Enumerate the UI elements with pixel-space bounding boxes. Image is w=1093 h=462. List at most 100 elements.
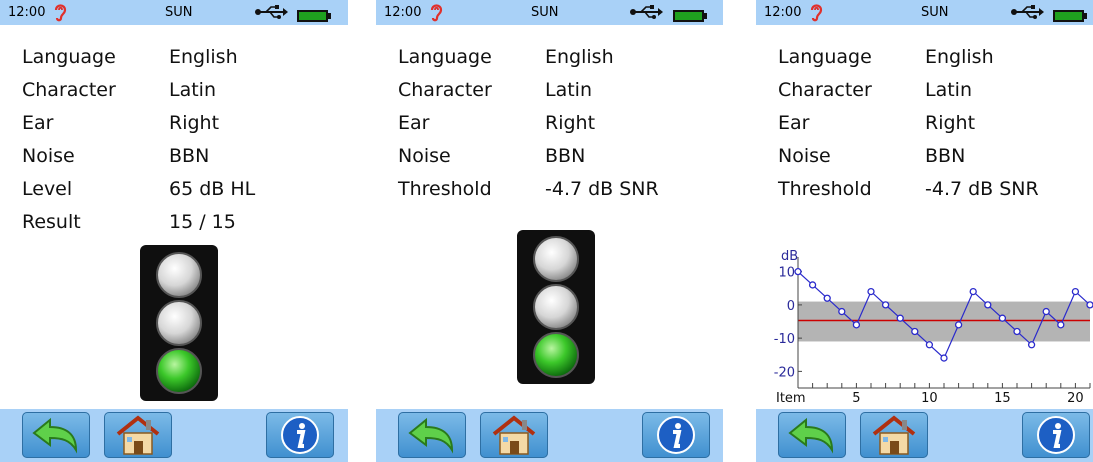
usb-icon (629, 4, 663, 24)
data-point (911, 327, 919, 336)
back-button[interactable] (398, 412, 466, 458)
home-icon (872, 415, 916, 455)
ear-icon (809, 2, 823, 26)
day-label: SUN (921, 5, 949, 20)
home-button[interactable] (104, 412, 172, 458)
data-point (1086, 301, 1093, 309)
y-tick-label: -10 (774, 332, 795, 347)
data-point (1042, 307, 1050, 316)
row-label: Language (22, 46, 116, 68)
info-button[interactable] (642, 412, 710, 458)
info-icon (281, 416, 319, 454)
x-tick-label: 20 (1067, 391, 1084, 405)
status-bar: 12:00 SUN (376, 0, 723, 25)
row-value: BBN (925, 145, 966, 167)
threshold-chart: dB 10 0 -10 -20 Item 5 10 15 20 (774, 249, 1093, 405)
day-label: SUN (531, 5, 559, 20)
row-value: 65 dB HL (169, 178, 256, 200)
home-button[interactable] (860, 412, 928, 458)
ear-icon (429, 2, 443, 26)
battery-icon (297, 7, 331, 22)
row-label: Result (22, 211, 81, 233)
y-tick-label: 10 (778, 266, 795, 281)
light-middle (533, 284, 579, 330)
row-label: Ear (22, 112, 54, 134)
row-label: Noise (22, 145, 75, 167)
screen-result-level: 12:00 SUN Language English Character Latin… (0, 0, 348, 462)
data-point (808, 281, 817, 289)
light-top (533, 236, 579, 282)
back-button[interactable] (778, 412, 846, 458)
traffic-light (517, 230, 595, 384)
row-value: Latin (545, 79, 592, 101)
day-label: SUN (165, 5, 193, 20)
status-bar: 12:00 SUN (756, 0, 1093, 25)
row-label: Ear (398, 112, 430, 134)
clock-time: 12:00 (384, 5, 422, 20)
row-value: Right (925, 112, 976, 134)
bottom-toolbar (0, 409, 348, 462)
info-button[interactable] (1022, 412, 1090, 458)
status-bar: 12:00 SUN (0, 0, 348, 25)
data-point (984, 301, 992, 309)
row-label: Language (778, 46, 872, 68)
back-arrow-icon (32, 417, 78, 454)
y-axis-label: dB (781, 249, 798, 264)
y-tick-label: -20 (774, 365, 795, 380)
bottom-toolbar (756, 409, 1093, 462)
row-label: Noise (778, 145, 831, 167)
light-bottom-green (533, 332, 579, 378)
data-point (1013, 327, 1021, 336)
battery-icon (1053, 7, 1087, 22)
row-label: Threshold (778, 178, 872, 200)
row-label: Character (22, 79, 116, 101)
back-button[interactable] (22, 412, 90, 458)
light-bottom-green (156, 348, 202, 394)
row-value: English (925, 46, 994, 68)
threshold-band (798, 301, 1090, 342)
row-value: BBN (169, 145, 210, 167)
data-point (852, 321, 861, 329)
x-tick-label: 10 (921, 391, 938, 405)
x-axis-label: Item (776, 391, 806, 405)
usb-icon (1010, 4, 1044, 24)
row-label: Character (778, 79, 872, 101)
home-icon (492, 415, 536, 455)
data-point (823, 294, 831, 302)
back-arrow-icon (408, 417, 454, 454)
screen-threshold: 12:00 SUN Language English Character Latin… (376, 0, 723, 462)
clock-time: 12:00 (764, 5, 802, 20)
data-point (969, 287, 977, 296)
data-point (940, 354, 948, 362)
row-label: Language (398, 46, 492, 68)
data-point (925, 341, 934, 349)
usb-icon (254, 4, 288, 24)
battery-icon (673, 7, 707, 22)
row-value: Right (169, 112, 220, 134)
row-value: Latin (925, 79, 972, 101)
home-icon (116, 415, 160, 455)
row-label: Level (22, 178, 73, 200)
row-label: Ear (778, 112, 810, 134)
data-point (794, 267, 802, 276)
data-point (896, 314, 904, 322)
row-value: -4.7 dB SNR (925, 178, 1039, 200)
row-value: English (169, 46, 238, 68)
data-point (1027, 341, 1036, 349)
row-value: English (545, 46, 614, 68)
x-tick-label: 5 (852, 391, 860, 405)
back-arrow-icon (788, 417, 834, 454)
data-point (1071, 287, 1080, 296)
home-button[interactable] (480, 412, 548, 458)
data-point (1057, 321, 1065, 329)
data-point (867, 287, 875, 296)
ear-icon (53, 2, 67, 26)
y-tick-label: 0 (787, 299, 795, 314)
x-tick-label: 15 (994, 391, 1011, 405)
clock-time: 12:00 (8, 5, 46, 20)
row-value: 15 / 15 (169, 211, 236, 233)
info-button[interactable] (266, 412, 334, 458)
row-value: -4.7 dB SNR (545, 178, 659, 200)
data-point (881, 301, 890, 309)
row-value: Right (545, 112, 596, 134)
